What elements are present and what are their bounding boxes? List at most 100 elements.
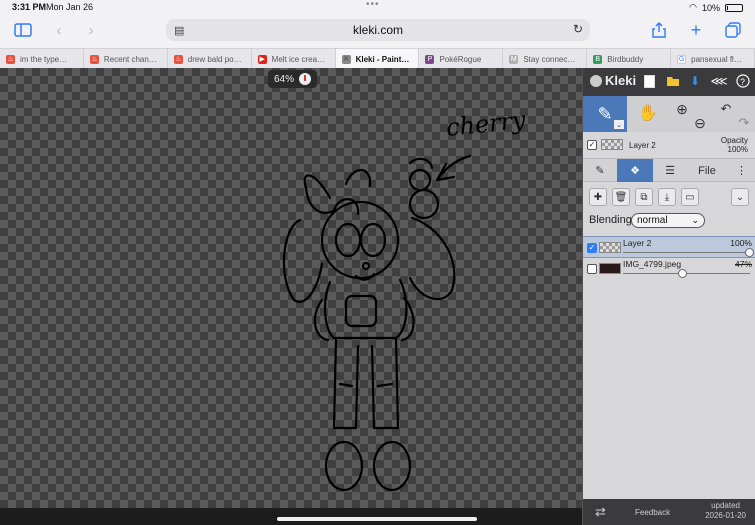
layer-name: IMG_4799.jpeg [623,259,682,269]
arrow-head [435,162,456,182]
tab-overview-icon[interactable] [722,20,744,40]
browser-tab[interactable]: Gpansexual fl… [671,49,755,69]
delete-layer-button[interactable]: 🗑 [612,188,630,206]
layer-toolbar: ✚ 🗑 ⧉ ⤓ ▭ ⌄ [583,182,755,212]
tab-favicon-icon: G [677,54,687,64]
layer-opacity-knob[interactable] [677,269,687,278]
cherry-top [408,168,432,192]
more-menu-icon[interactable]: ⋮ [727,159,755,182]
browser-tab[interactable]: M Stay connec… [503,49,588,69]
zoom-indicator[interactable]: 64% [268,70,318,88]
cherry-right [408,188,440,220]
brush-icon: ✎ [597,103,613,124]
updated-date: 2026-01-20 [705,511,746,520]
rotation-compass-icon[interactable] [299,73,312,85]
right-eye [359,222,387,258]
drawing-canvas[interactable]: 64% cherry [0,68,582,508]
blending-mode-value: normal [637,215,668,226]
layer-opacity-slider[interactable] [623,252,750,253]
tab-layers[interactable]: ❖ [617,159,653,182]
tab-label: Recent chan… [103,54,157,64]
current-layer-preview[interactable]: ✓ Layer 2 Opacity 100% [583,132,755,158]
tab-brush[interactable]: ✎ [583,159,617,182]
tab-favicon-icon: ♨ [6,54,15,64]
tab-adjust[interactable]: ☰ [653,159,687,182]
panel-footer: ⇄ Feedback updated 2026-01-20 [583,499,755,525]
layer-thumbnail [599,242,621,253]
right-leg [370,336,400,430]
layer-options-button[interactable]: ⌄ [731,188,749,206]
back-chevron-icon[interactable]: ‹ [48,20,70,40]
address-bar[interactable]: ▤ kleki.com ↻ [166,19,590,41]
new-tab-plus-icon[interactable]: + [685,20,707,40]
browser-tab[interactable]: ♨ im the type… [0,49,84,69]
brush-tool-button[interactable]: ✎ ⌄ [583,96,627,132]
chest-bag [344,294,378,328]
browser-tab[interactable]: B Birdbuddy [587,49,672,69]
status-indicators: ◠ 10% [689,2,743,13]
layer-row[interactable]: IMG_4799.jpeg 47% [583,258,755,280]
rename-icon: ▭ [685,191,695,203]
brush-tab-icon: ✎ [595,165,605,177]
layer-opacity: 47% [734,259,752,269]
right-ear [408,216,456,300]
trash-icon: 🗑 [614,191,628,203]
layer-visibility-checkbox[interactable] [587,264,597,274]
browser-tab-active[interactable]: ✕ Kleki - Paint… [335,49,420,69]
reload-icon[interactable]: ↻ [573,22,583,36]
share-nodes-icon[interactable]: ⋘ [710,73,727,89]
tab-label: drew bald po… [187,54,242,64]
tab-close-icon[interactable]: ✕ [341,54,351,64]
feedback-link[interactable]: Feedback [635,508,670,517]
chevron-down-icon: ⌄ [735,191,745,203]
browser-tab[interactable]: ▶ Melt ice crea… [252,49,336,69]
duplicate-layer-button[interactable]: ⧉ [635,188,653,206]
hand-tool-icon[interactable]: ✋ [635,100,661,126]
forward-chevron-icon[interactable]: › [80,20,102,40]
wifi-icon: ◠ [689,2,697,12]
merge-layer-button[interactable]: ⤓ [658,188,676,206]
layer-opacity-knob[interactable] [745,248,754,257]
right-arm [400,296,415,342]
opacity-value: 100% [727,145,748,154]
sidebar-icon[interactable] [12,20,34,40]
panel-header: Kleki ⬇ ⋘ ? [583,68,755,96]
duplicate-icon: ⧉ [640,191,648,203]
svg-text:?: ? [740,77,745,87]
blending-mode-select[interactable]: normal ⌄ [631,213,705,228]
tab-file[interactable]: File [687,159,727,182]
new-image-icon[interactable] [641,73,657,89]
rename-layer-button[interactable]: ▭ [681,188,699,206]
layer-visibility-checkbox[interactable]: ✓ [587,243,597,253]
browser-tab[interactable]: ♨ Recent chan… [84,49,168,69]
layer-thumbnail [599,263,621,274]
browser-tab[interactable]: ♨ drew bald po… [168,49,252,69]
brush-options-chevron-icon[interactable]: ⌄ [614,120,624,129]
home-indicator[interactable] [277,517,477,521]
download-icon[interactable]: ⬇ [687,73,703,89]
status-bar: 3:31 PM Mon Jan 26 ••• ◠ 10% [0,0,755,14]
layer-row[interactable]: ✓ Layer 2 100% [583,236,755,258]
status-battery-text: 10% [701,2,720,13]
left-eye [334,222,362,258]
swap-side-icon[interactable]: ⇄ [595,504,606,520]
canvas-drawing: cherry [282,106,527,492]
browser-tab[interactable]: P PokéRogue [419,49,504,69]
tab-label: im the type… [20,54,68,64]
open-folder-icon[interactable] [665,73,681,89]
bow-left [303,174,338,214]
opacity-readout: Opacity 100% [721,136,748,154]
tab-label: PokéRogue [439,54,482,64]
select-chevron-icon: ⌄ [691,215,699,225]
kleki-logo[interactable]: Kleki [590,73,636,88]
right-foot [372,440,412,492]
tab-label: Stay connec… [523,54,576,64]
share-icon[interactable] [648,20,670,40]
opacity-label: Opacity [720,136,748,145]
multitasking-dots-icon[interactable]: ••• [366,0,380,10]
kleki-side-panel: Kleki ⬇ ⋘ ? ✎ ⌄ ✋ ⊕ ⊖ ↶ ↷ ✓ Layer 2 Opac… [582,68,755,525]
add-layer-button[interactable]: ✚ [589,188,607,206]
help-icon[interactable]: ? [735,73,751,89]
left-foot [324,440,364,492]
sliders-icon: ☰ [665,165,675,177]
